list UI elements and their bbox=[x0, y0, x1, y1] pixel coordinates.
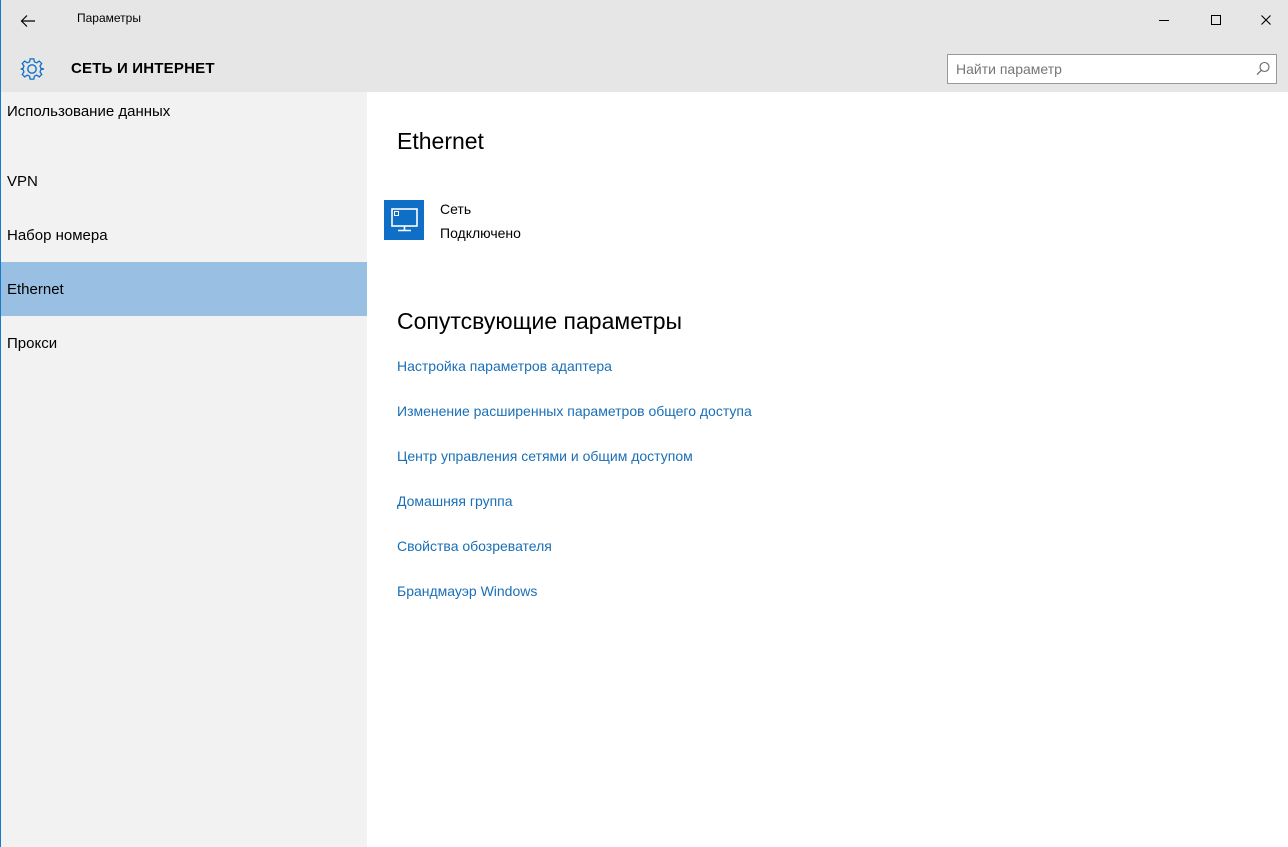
close-icon bbox=[1261, 15, 1271, 25]
settings-header: СЕТЬ И ИНТЕРНЕТ bbox=[1, 46, 1288, 92]
sidebar-item-label: VPN bbox=[7, 172, 38, 190]
search-box[interactable] bbox=[947, 54, 1277, 84]
back-button[interactable] bbox=[5, 2, 51, 40]
window-title: Параметры bbox=[77, 11, 141, 25]
sidebar-item-data-usage[interactable]: Использование данных bbox=[1, 92, 367, 154]
link-advanced-sharing[interactable]: Изменение расширенных параметров общего … bbox=[397, 403, 752, 448]
close-button[interactable] bbox=[1243, 2, 1288, 38]
search-icon[interactable] bbox=[1254, 60, 1272, 78]
minimize-button[interactable] bbox=[1141, 2, 1187, 38]
section-title: СЕТЬ И ИНТЕРНЕТ bbox=[71, 60, 215, 77]
sidebar-item-proxy[interactable]: Прокси bbox=[1, 316, 367, 370]
sidebar-item-vpn[interactable]: VPN bbox=[1, 154, 367, 208]
sidebar-item-dial-up[interactable]: Набор номера bbox=[1, 208, 367, 262]
link-network-sharing-center[interactable]: Центр управления сетями и общим доступом bbox=[397, 448, 752, 493]
back-arrow-icon bbox=[20, 15, 35, 27]
link-windows-firewall[interactable]: Брандмауэр Windows bbox=[397, 583, 752, 628]
gear-icon bbox=[20, 58, 45, 80]
monitor-network-icon bbox=[391, 208, 418, 232]
maximize-button[interactable] bbox=[1193, 2, 1239, 38]
sidebar-item-ethernet[interactable]: Ethernet bbox=[1, 262, 367, 316]
link-adapter-options[interactable]: Настройка параметров адаптера bbox=[397, 358, 752, 403]
sidebar-item-label: Прокси bbox=[7, 334, 58, 352]
link-internet-options[interactable]: Свойства обозревателя bbox=[397, 538, 752, 583]
network-status: Подключено bbox=[440, 225, 521, 241]
sidebar: Использование данных VPN Набор номера Et… bbox=[1, 92, 367, 847]
related-links: Настройка параметров адаптера Изменение … bbox=[397, 358, 752, 628]
network-name[interactable]: Сеть bbox=[440, 201, 471, 217]
link-homegroup[interactable]: Домашняя группа bbox=[397, 493, 752, 538]
related-settings-heading: Сопутсвующие параметры bbox=[397, 308, 683, 334]
title-bar: Параметры bbox=[1, 0, 1288, 46]
network-connection-tile[interactable] bbox=[384, 200, 424, 240]
sidebar-item-label: Набор номера bbox=[7, 226, 108, 244]
minimize-icon bbox=[1159, 20, 1169, 21]
search-input[interactable] bbox=[948, 55, 1246, 83]
sidebar-item-label: Ethernet bbox=[7, 280, 64, 298]
main-content: Ethernet Сеть Подключено Сопутсвующие па… bbox=[367, 92, 1288, 847]
sidebar-item-label: Использование данных bbox=[7, 103, 171, 120]
page-title: Ethernet bbox=[397, 128, 484, 154]
settings-window: Параметры СЕТЬ И ИНТЕРНЕТ Найти параметр… bbox=[0, 0, 1288, 847]
maximize-icon bbox=[1211, 15, 1221, 25]
